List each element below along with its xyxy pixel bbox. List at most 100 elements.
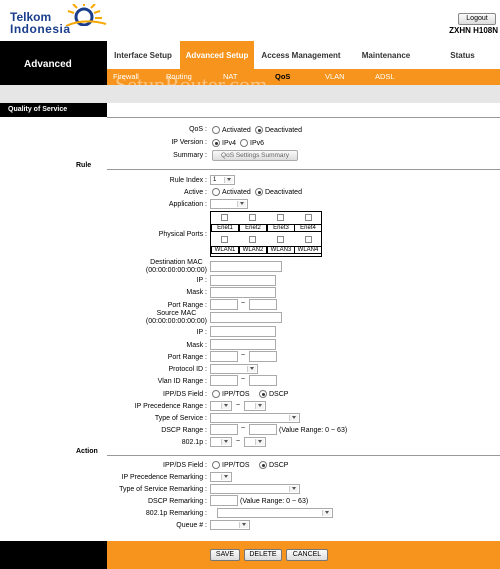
qos-summary-button[interactable]: QoS Settings Summary	[212, 150, 298, 161]
subtab-adsl[interactable]: ADSL	[375, 72, 395, 81]
dot1p-label: 802.1p :	[181, 439, 207, 446]
tab-advanced-setup[interactable]: Advanced Setup	[180, 41, 254, 69]
dscp-range-label: DSCP Range :	[161, 427, 207, 434]
enet2-checkbox[interactable]	[249, 214, 256, 221]
wlan3-checkbox[interactable]	[277, 236, 284, 243]
rule-index-select[interactable]: 1	[210, 175, 235, 185]
vlan-range-label: Vlan ID Range :	[157, 378, 207, 385]
ipp-range-start-select[interactable]	[210, 401, 232, 411]
vlan-end-input[interactable]	[249, 375, 277, 386]
vlan-start-input[interactable]	[210, 375, 238, 386]
rule-ipptos-radio[interactable]	[212, 390, 220, 398]
logout-button[interactable]: Logout	[458, 13, 496, 25]
enet4-label: Enet4	[294, 224, 322, 232]
protocol-id-label: Protocol ID :	[168, 366, 207, 373]
dest-ip-input[interactable]	[210, 275, 276, 286]
src-port-end-input[interactable]	[249, 351, 277, 362]
destination-mac-text: Destination MAC	[150, 259, 203, 266]
dot1p-remarking-select[interactable]	[217, 508, 333, 518]
rule-dscp-radio[interactable]	[259, 390, 267, 398]
enet4-checkbox[interactable]	[305, 214, 312, 221]
ippds-field-label: IPP/DS Field :	[163, 391, 207, 398]
wlan4-label: WLAN4	[294, 246, 322, 254]
source-mac-text: Source MAC	[156, 310, 197, 317]
ip-version-label: IP Version :	[171, 139, 207, 146]
queue-select[interactable]	[210, 520, 250, 530]
ipv6-label: IPv6	[250, 140, 265, 147]
ipp-remarking-label: IP Precedence Remarking :	[121, 474, 207, 481]
subtab-qos[interactable]: QoS	[275, 72, 290, 81]
type-of-service-select[interactable]	[210, 413, 300, 423]
delete-button[interactable]: DELETE	[244, 549, 282, 561]
top-navigation: Interface Setup Advanced Setup Access Ma…	[107, 41, 500, 69]
dest-port-start-input[interactable]	[210, 299, 238, 310]
ipp-range-end-select[interactable]	[244, 401, 266, 411]
qos-deactivated-label: Deactivated	[265, 127, 302, 134]
gray-bar	[0, 85, 500, 103]
vlan-tilde: ~	[241, 376, 246, 383]
divider	[107, 117, 500, 118]
rule-deactivated-radio[interactable]	[255, 188, 263, 196]
ipv4-radio[interactable]	[212, 139, 220, 147]
tab-status[interactable]: Status	[425, 41, 500, 69]
dest-mask-label: Mask :	[186, 289, 207, 296]
subtab-vlan[interactable]: VLAN	[325, 72, 345, 81]
dest-ip-label: IP :	[196, 277, 207, 284]
wlan1-label: WLAN1	[211, 246, 239, 254]
dest-mask-input[interactable]	[210, 287, 276, 298]
wlan2-checkbox[interactable]	[249, 236, 256, 243]
tos-remarking-select[interactable]	[210, 484, 300, 494]
rule-activated-radio[interactable]	[212, 188, 220, 196]
ipp-remarking-select[interactable]	[210, 472, 232, 482]
action-dscp-radio[interactable]	[259, 461, 267, 469]
dscp-start-input[interactable]	[210, 424, 238, 435]
rule-activated-label: Activated	[222, 189, 251, 196]
dot1p-end-select[interactable]	[244, 437, 266, 447]
action-ipptos-radio[interactable]	[212, 461, 220, 469]
enet1-checkbox[interactable]	[221, 214, 228, 221]
protocol-id-select[interactable]	[210, 364, 258, 374]
dest-port-end-input[interactable]	[249, 299, 277, 310]
cancel-button[interactable]: CANCEL	[286, 549, 328, 561]
rule-ipptos-label: IPP/TOS	[222, 391, 250, 398]
dot1p-tilde: ~	[236, 438, 241, 445]
dot1p-start-select[interactable]	[210, 437, 232, 447]
application-label: Application :	[168, 201, 207, 208]
sidebar-title: Advanced	[0, 41, 107, 85]
tab-maintenance[interactable]: Maintenance	[348, 41, 424, 69]
ipv6-radio[interactable]	[240, 139, 248, 147]
active-label: Active :	[184, 189, 207, 196]
src-port-range-label: Port Range :	[167, 354, 207, 361]
destination-mac-input[interactable]	[210, 261, 282, 272]
qos-activated-radio[interactable]	[212, 126, 220, 134]
wlan4-checkbox[interactable]	[305, 236, 312, 243]
application-select[interactable]	[210, 199, 248, 209]
rule-deactivated-label: Deactivated	[265, 189, 302, 196]
tab-access-management[interactable]: Access Management	[255, 41, 347, 69]
qos-label: QoS :	[189, 126, 207, 133]
src-mask-input[interactable]	[210, 339, 276, 350]
divider	[107, 455, 500, 456]
sidebar-section-qos: Quality of Service	[0, 103, 107, 117]
save-button[interactable]: SAVE	[210, 549, 240, 561]
rule-dscp-label: DSCP	[269, 391, 289, 398]
src-port-start-input[interactable]	[210, 351, 238, 362]
dscp-tilde: ~	[241, 425, 246, 432]
qos-deactivated-radio[interactable]	[255, 126, 263, 134]
destination-mac-hint: (00:00:00:00:00:00)	[145, 267, 207, 274]
dscp-end-input[interactable]	[249, 424, 277, 435]
wlan1-checkbox[interactable]	[221, 236, 228, 243]
type-of-service-label: Type of Service :	[154, 415, 207, 422]
ipv4-label: IPv4	[222, 140, 237, 147]
src-ip-input[interactable]	[210, 326, 276, 337]
rule-index-label: Rule Index :	[169, 177, 207, 184]
dscp-remarking-input[interactable]	[210, 495, 238, 506]
dot1p-remarking-label: 802.1p Remarking :	[145, 510, 207, 517]
tab-interface-setup[interactable]: Interface Setup	[107, 41, 179, 69]
action-ippds-label: IPP/DS Field :	[163, 462, 207, 469]
source-mac-input[interactable]	[210, 312, 282, 323]
enet3-label: Enet3	[267, 224, 295, 232]
physical-ports-label: Physical Ports :	[158, 231, 207, 238]
action-section-title: Action	[76, 448, 98, 455]
enet3-checkbox[interactable]	[277, 214, 284, 221]
